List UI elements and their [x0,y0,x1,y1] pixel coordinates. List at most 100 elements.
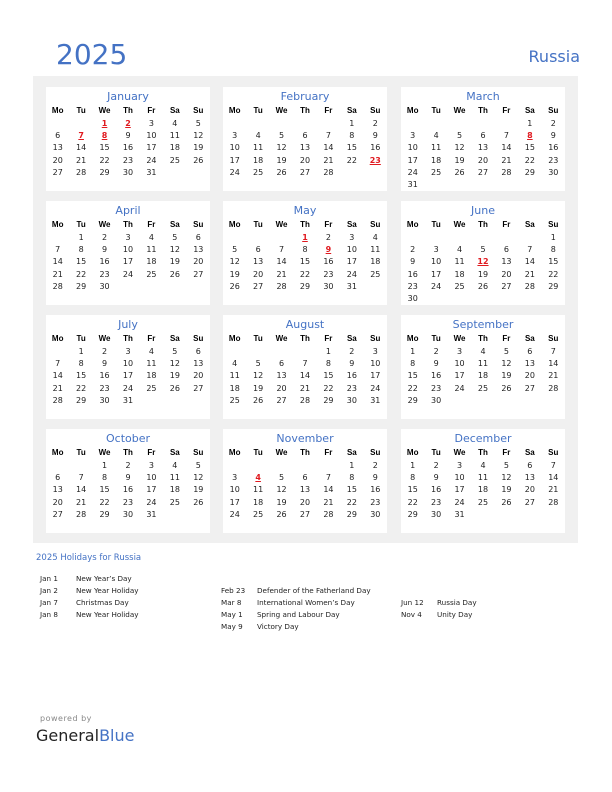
empty-cell [518,232,541,244]
weekday-header: Mo Tu We Th Fr Sa Su [46,219,210,231]
weekday-label: Su [193,448,204,457]
date-cell: 29 [524,167,535,177]
date-cell: 9 [102,359,108,369]
weekday-label: Fr [324,448,333,457]
date-cell: 5 [503,461,509,470]
weekday-label: Sa [169,334,180,343]
empty-cell [46,460,69,472]
date-cell: 20 [524,371,535,381]
date-cell: 5 [172,233,178,242]
date-cell: 6 [55,473,61,483]
date-cell: 16 [323,257,334,267]
date-cell: 18 [477,485,489,495]
date-cell: 11 [253,143,264,153]
date-grid: 1 2 3 4 5 6 7 8 9 10 11 12 13 14 15 16 17 18 19 20 21 22 23 24 2… [46,346,210,407]
weekday-label: Su [548,448,559,457]
holiday-item: May 9 Victory Day [221,621,371,633]
date-cell: 6 [279,359,285,369]
date-cell: 25 [477,383,489,393]
date-cell: 23 [122,497,134,507]
date-cell: 14 [76,485,87,495]
date-cell: 4 [172,461,178,470]
date-cell: 14 [276,257,287,267]
date-cell: 27 [276,395,287,405]
date-cell: 27 [524,497,535,507]
date-cell: 30 [99,281,110,291]
empty-cell [317,118,340,130]
date-cell: 29 [346,509,357,519]
date-cell: 11 [477,473,489,483]
month-card-january: January Mo Tu We Th Fr Sa Su 1 2 3 4 5 6 7 8 9 10 11 12 13 14… [46,87,210,191]
date-cell: 30 [122,167,134,177]
date-cell: 23 [548,155,559,165]
date-cell: 26 [501,497,512,507]
holiday-date: 1 [101,119,108,128]
date-cell: 28 [276,281,287,291]
empty-cell [317,460,340,472]
weekday-label: Mo [228,334,241,343]
holiday-name: Unity Day [437,610,473,619]
date-cell: 13 [276,371,287,381]
holiday-date: 8 [101,131,108,141]
date-cell: 28 [548,497,559,507]
weekday-label: Tu [431,334,441,343]
holiday-date-label: Jan 2 [40,586,58,595]
date-cell: 22 [346,497,357,507]
empty-cell [401,118,424,130]
weekday-label: Mo [406,448,419,457]
date-cell: 11 [477,359,489,369]
date-grid: 1 2 3 4 5 6 7 8 9 10 11 12 13 14 15 16 17 18 19 20 21 22 23 24 2… [223,118,387,179]
date-cell: 30 [370,509,381,519]
date-cell: 10 [454,359,465,369]
date-cell: 12 [501,473,512,483]
date-cell: 4 [172,119,178,128]
weekday-label: Th [123,334,133,343]
date-cell: 14 [524,257,535,267]
weekday-label: We [98,106,111,115]
date-cell: 18 [146,257,157,267]
date-cell: 11 [169,131,180,141]
date-cell: 16 [548,143,559,153]
date-cell: 14 [323,485,334,495]
date-cell: 24 [346,269,357,279]
date-cell: 7 [550,461,556,470]
date-cell: 29 [548,281,559,291]
weekday-label: Th [123,448,133,457]
date-cell: 3 [410,131,416,141]
date-cell: 11 [169,473,180,483]
date-cell: 28 [299,395,311,405]
generalblue-logo[interactable]: GeneralBlue [36,726,134,745]
empty-cell [246,232,269,244]
empty-cell [495,232,518,244]
date-cell: 22 [548,269,559,279]
date-cell: 20 [52,497,63,507]
weekday-label: Mo [406,220,419,229]
date-cell: 22 [76,383,87,393]
empty-cell [223,118,246,130]
weekday-label: Th [123,220,133,229]
date-cell: 18 [229,383,240,393]
date-cell: 27 [193,269,204,279]
date-cell: 23 [370,497,381,507]
date-grid: 1 2 3 4 5 6 7 8 9 10 11 12 13 14 15 16 17 18 19 20 21 22 23 24 2… [223,460,387,521]
date-cell: 17 [454,371,465,381]
month-title: October [105,432,151,445]
date-cell: 15 [299,257,311,267]
date-cell: 17 [346,257,357,267]
date-cell: 18 [370,257,381,267]
weekday-header: Mo Tu We Th Fr Sa Su [46,333,210,345]
date-cell: 10 [122,245,134,255]
holiday-date: 12 [477,257,489,267]
weekday-label: Mo [51,334,64,343]
date-cell: 6 [255,245,261,255]
weekday-label: Sa [346,106,357,115]
date-cell: 27 [501,281,512,291]
date-cell: 14 [299,371,311,381]
date-cell: 3 [457,347,463,356]
date-cell: 24 [229,167,240,177]
date-cell: 9 [125,473,131,483]
date-cell: 31 [122,395,134,405]
weekday-label: Sa [346,448,357,457]
date-cell: 31 [146,167,157,177]
date-cell: 27 [299,509,311,519]
